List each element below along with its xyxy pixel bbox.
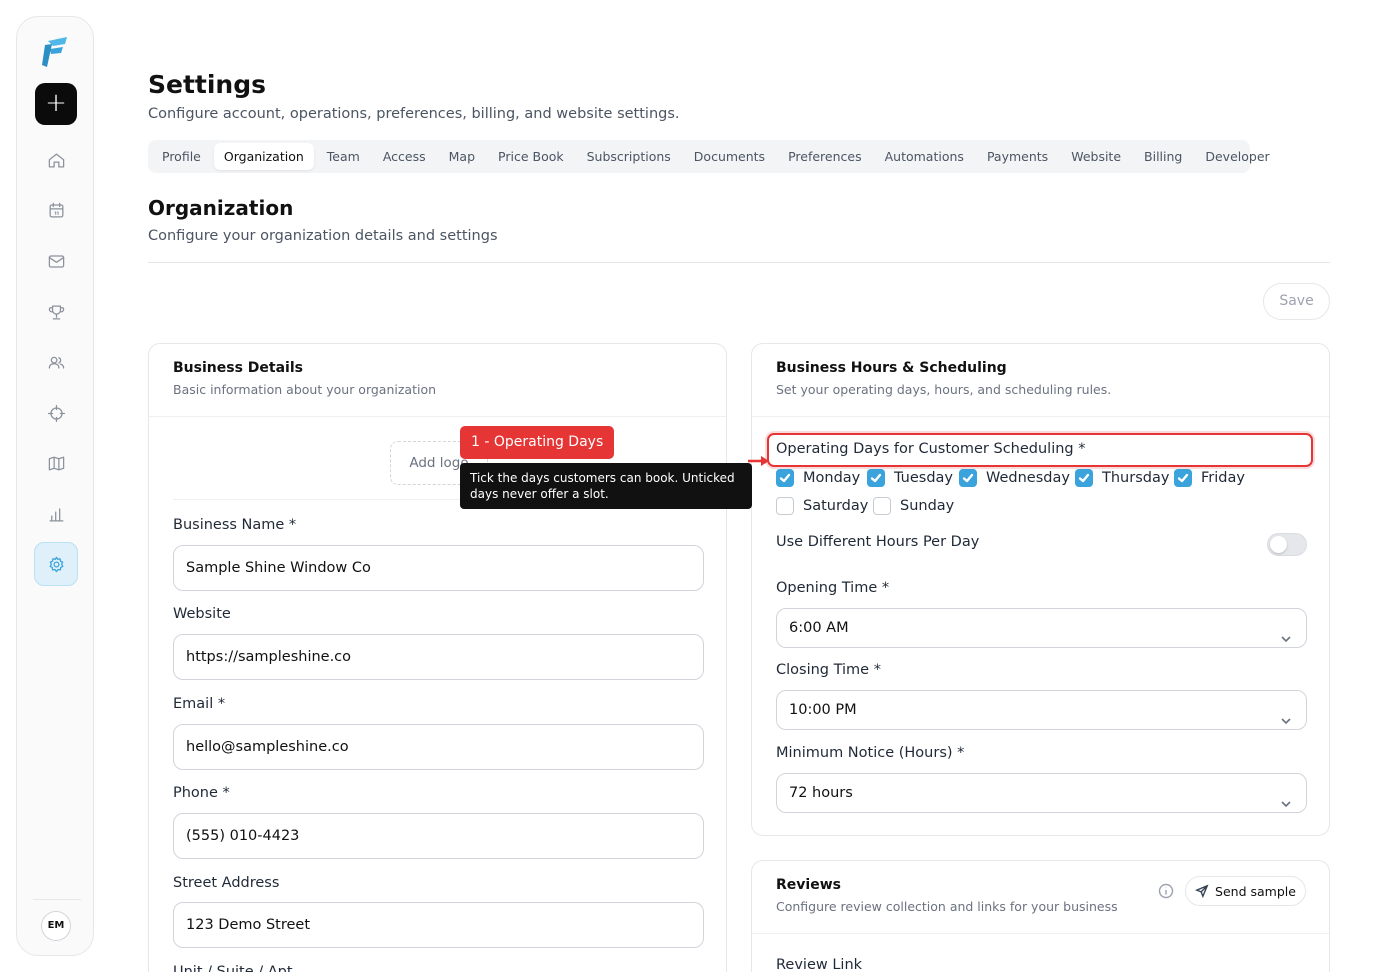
tab-team[interactable]: Team — [317, 143, 370, 170]
home-icon[interactable] — [41, 145, 71, 175]
tab-developer[interactable]: Developer — [1195, 143, 1279, 170]
day-friday[interactable]: Friday — [1174, 469, 1245, 487]
settings-tabs: Profile Organization Team Access Map Pri… — [148, 140, 1270, 173]
email-label: Email * — [173, 696, 226, 712]
card-title: Business Hours & Scheduling — [776, 360, 1007, 376]
checkbox-unchecked[interactable] — [873, 497, 891, 515]
email-input[interactable]: hello@sampleshine.co — [173, 724, 704, 770]
business-name-label: Business Name * — [173, 517, 297, 533]
opening-time-value: 6:00 AM — [789, 620, 849, 636]
day-label: Wednesday — [986, 470, 1070, 486]
minimum-notice-select[interactable]: 72 hours — [776, 773, 1307, 813]
checkbox-checked[interactable] — [1174, 469, 1192, 487]
chevron-down-icon — [1280, 787, 1292, 808]
checkbox-unchecked[interactable] — [776, 497, 794, 515]
tab-price-book[interactable]: Price Book — [488, 143, 574, 170]
card-description: Basic information about your organizatio… — [173, 382, 437, 397]
tab-payments[interactable]: Payments — [977, 143, 1058, 170]
annotation-highlight-box — [767, 433, 1313, 467]
opening-time-label: Opening Time * — [776, 580, 890, 596]
business-name-input[interactable]: Sample Shine Window Co — [173, 545, 704, 591]
save-button[interactable]: Save — [1263, 283, 1330, 320]
users-icon[interactable] — [41, 347, 71, 377]
section-subtitle: Configure your organization details and … — [148, 228, 498, 244]
toggle-knob — [1270, 536, 1287, 553]
day-saturday[interactable]: Saturday — [776, 497, 868, 515]
day-thursday[interactable]: Thursday — [1075, 469, 1169, 487]
phone-input[interactable]: (555) 010-4423 — [173, 813, 704, 859]
gear-icon[interactable] — [34, 542, 78, 586]
website-input[interactable]: https://sampleshine.co — [173, 634, 704, 680]
day-label: Sunday — [900, 498, 955, 514]
sidebar: + EM — [16, 16, 94, 956]
chevron-down-icon — [1280, 622, 1292, 643]
send-sample-button[interactable]: Send sample — [1185, 876, 1306, 906]
closing-time-label: Closing Time * — [776, 662, 881, 678]
sidebar-divider — [33, 899, 81, 900]
annotation-tooltip: Tick the days customers can book. Untick… — [460, 463, 752, 509]
calendar-icon[interactable] — [41, 195, 71, 225]
card-description: Set your operating days, hours, and sche… — [776, 382, 1112, 397]
checkbox-checked[interactable] — [1075, 469, 1093, 487]
section-divider — [148, 262, 1330, 263]
section-title: Organization — [148, 196, 294, 220]
tab-profile[interactable]: Profile — [152, 143, 211, 170]
add-button[interactable]: + — [35, 83, 77, 125]
day-tuesday[interactable]: Tuesday — [867, 469, 953, 487]
closing-time-select[interactable]: 10:00 PM — [776, 690, 1307, 730]
tab-access[interactable]: Access — [373, 143, 436, 170]
map-icon[interactable] — [41, 448, 71, 478]
street-address-input[interactable]: 123 Demo Street — [173, 902, 704, 948]
chevron-down-icon — [1280, 704, 1292, 725]
trophy-icon[interactable] — [41, 297, 71, 327]
checkbox-checked[interactable] — [959, 469, 977, 487]
tab-documents[interactable]: Documents — [684, 143, 775, 170]
day-label: Tuesday — [894, 470, 953, 486]
day-monday[interactable]: Monday — [776, 469, 860, 487]
business-hours-card: Business Hours & Scheduling Set your ope… — [751, 343, 1330, 836]
street-address-label: Street Address — [173, 875, 280, 891]
day-wednesday[interactable]: Wednesday — [959, 469, 1070, 487]
day-label: Monday — [803, 470, 861, 486]
avatar[interactable]: EM — [41, 911, 71, 941]
reviews-card: Reviews Configure review collection and … — [751, 860, 1330, 972]
tab-website[interactable]: Website — [1061, 143, 1131, 170]
page-title: Settings — [148, 70, 267, 99]
send-sample-label: Send sample — [1215, 883, 1296, 899]
website-label: Website — [173, 606, 231, 622]
mail-icon[interactable] — [41, 246, 71, 276]
checkbox-checked[interactable] — [867, 469, 885, 487]
day-label: Thursday — [1102, 470, 1170, 486]
tab-billing[interactable]: Billing — [1134, 143, 1192, 170]
day-sunday[interactable]: Sunday — [873, 497, 954, 515]
review-link-label: Review Link — [776, 957, 863, 972]
business-details-card: Business Details Basic information about… — [148, 343, 727, 972]
unit-label: Unit / Suite / Apt — [173, 964, 293, 972]
tab-organization[interactable]: Organization — [213, 143, 314, 170]
closing-time-value: 10:00 PM — [789, 702, 857, 718]
minimum-notice-label: Minimum Notice (Hours) * — [776, 745, 965, 761]
annotation-badge: 1 - Operating Days — [460, 426, 615, 459]
crosshair-icon[interactable] — [41, 398, 71, 428]
page-subtitle: Configure account, operations, preferenc… — [148, 106, 680, 122]
tab-map[interactable]: Map — [439, 143, 485, 170]
brand-logo[interactable] — [40, 35, 72, 69]
phone-label: Phone * — [173, 785, 230, 801]
day-label: Saturday — [803, 498, 869, 514]
send-icon — [1195, 884, 1209, 898]
different-hours-toggle[interactable] — [1267, 533, 1307, 556]
checkbox-checked[interactable] — [776, 469, 794, 487]
minimum-notice-value: 72 hours — [789, 785, 853, 801]
tab-preferences[interactable]: Preferences — [778, 143, 872, 170]
different-hours-label: Use Different Hours Per Day — [776, 534, 980, 550]
tab-subscriptions[interactable]: Subscriptions — [577, 143, 681, 170]
tab-automations[interactable]: Automations — [875, 143, 974, 170]
info-icon[interactable] — [1158, 883, 1174, 899]
card-title: Business Details — [173, 360, 303, 376]
opening-time-select[interactable]: 6:00 AM — [776, 608, 1307, 648]
day-label: Friday — [1201, 470, 1245, 486]
bar-chart-icon[interactable] — [41, 499, 71, 529]
